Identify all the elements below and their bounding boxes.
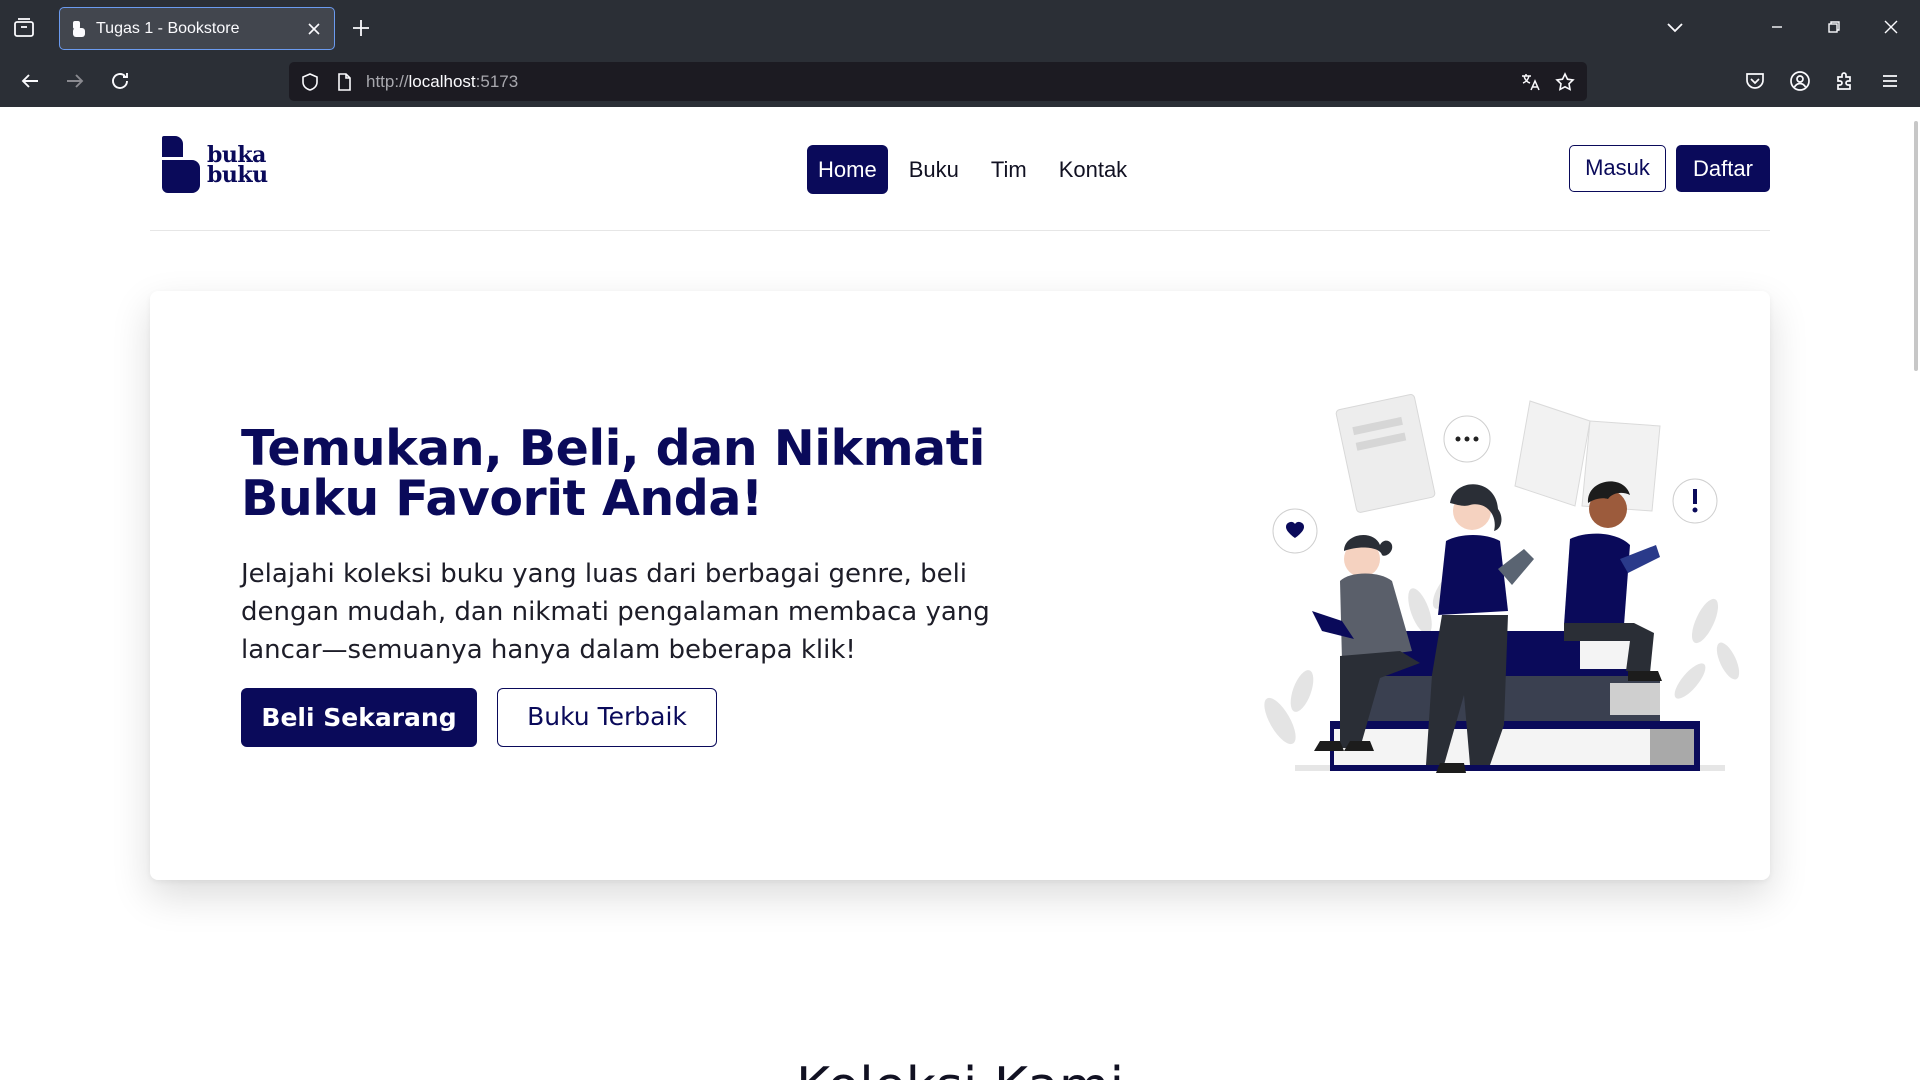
buy-now-button[interactable]: Beli Sekarang xyxy=(241,688,477,747)
minimize-icon[interactable] xyxy=(1766,16,1788,38)
site-logo[interactable]: buka buku xyxy=(160,136,270,196)
bookmark-star-icon[interactable] xyxy=(1554,71,1576,93)
new-tab-icon[interactable] xyxy=(350,17,372,39)
web-page: buka buku Home Buku Tim Kontak Masuk Daf… xyxy=(0,107,1920,1080)
page-scrollbar[interactable] xyxy=(1914,121,1918,371)
shield-icon[interactable] xyxy=(299,71,321,93)
page-info-icon[interactable] xyxy=(333,71,355,93)
list-all-tabs-icon[interactable] xyxy=(1664,16,1686,38)
restore-icon[interactable] xyxy=(1823,16,1845,38)
browser-tab[interactable]: Tugas 1 - Bookstore xyxy=(59,7,335,50)
register-button[interactable]: Daftar xyxy=(1676,145,1770,192)
nav-tim[interactable]: Tim xyxy=(980,145,1038,194)
tab-list-icon[interactable] xyxy=(12,16,36,40)
nav-kontak[interactable]: Kontak xyxy=(1048,145,1139,194)
hero-description: Jelajahi koleksi buku yang luas dari ber… xyxy=(241,559,990,665)
nav-home[interactable]: Home xyxy=(807,145,888,194)
pocket-icon[interactable] xyxy=(1743,69,1767,93)
hero-heading-line2: Buku Favorit Anda! xyxy=(241,470,763,527)
login-button[interactable]: Masuk xyxy=(1569,145,1666,192)
nav-buku[interactable]: Buku xyxy=(898,145,970,194)
best-books-button[interactable]: Buku Terbaik xyxy=(497,688,717,747)
logo-mark-icon xyxy=(162,136,200,193)
translate-icon[interactable] xyxy=(1519,71,1541,93)
browser-tab-bar: Tugas 1 - Bookstore xyxy=(0,0,1920,55)
menu-icon[interactable] xyxy=(1878,69,1902,93)
account-icon[interactable] xyxy=(1788,69,1812,93)
reload-icon[interactable] xyxy=(108,69,132,93)
site-favicon-icon xyxy=(73,21,85,37)
reading-people-illustration xyxy=(1264,394,1740,773)
tab-title: Tugas 1 - Bookstore xyxy=(96,20,240,37)
hero-heading-line1: Temukan, Beli, dan Nikmati xyxy=(241,420,985,477)
back-icon[interactable] xyxy=(18,69,42,93)
browser-nav-bar: http://localhost:5173 xyxy=(0,55,1920,107)
logo-text-line2: buku xyxy=(207,162,268,188)
close-window-icon[interactable] xyxy=(1880,16,1902,38)
extensions-icon[interactable] xyxy=(1833,69,1857,93)
address-bar[interactable]: http://localhost:5173 xyxy=(289,62,1587,101)
site-header: buka buku Home Buku Tim Kontak Masuk Daf… xyxy=(150,107,1770,231)
forward-icon[interactable] xyxy=(63,69,87,93)
collection-section-title: Koleksi Kami xyxy=(0,1057,1920,1080)
url-text[interactable]: http://localhost:5173 xyxy=(366,72,518,92)
hero-card: Temukan, Beli, dan Nikmati Buku Favorit … xyxy=(150,291,1770,880)
hero-heading: Temukan, Beli, dan Nikmati Buku Favorit … xyxy=(241,424,1061,524)
main-nav: Home Buku Tim Kontak xyxy=(807,145,1138,194)
close-tab-icon[interactable] xyxy=(306,21,322,37)
